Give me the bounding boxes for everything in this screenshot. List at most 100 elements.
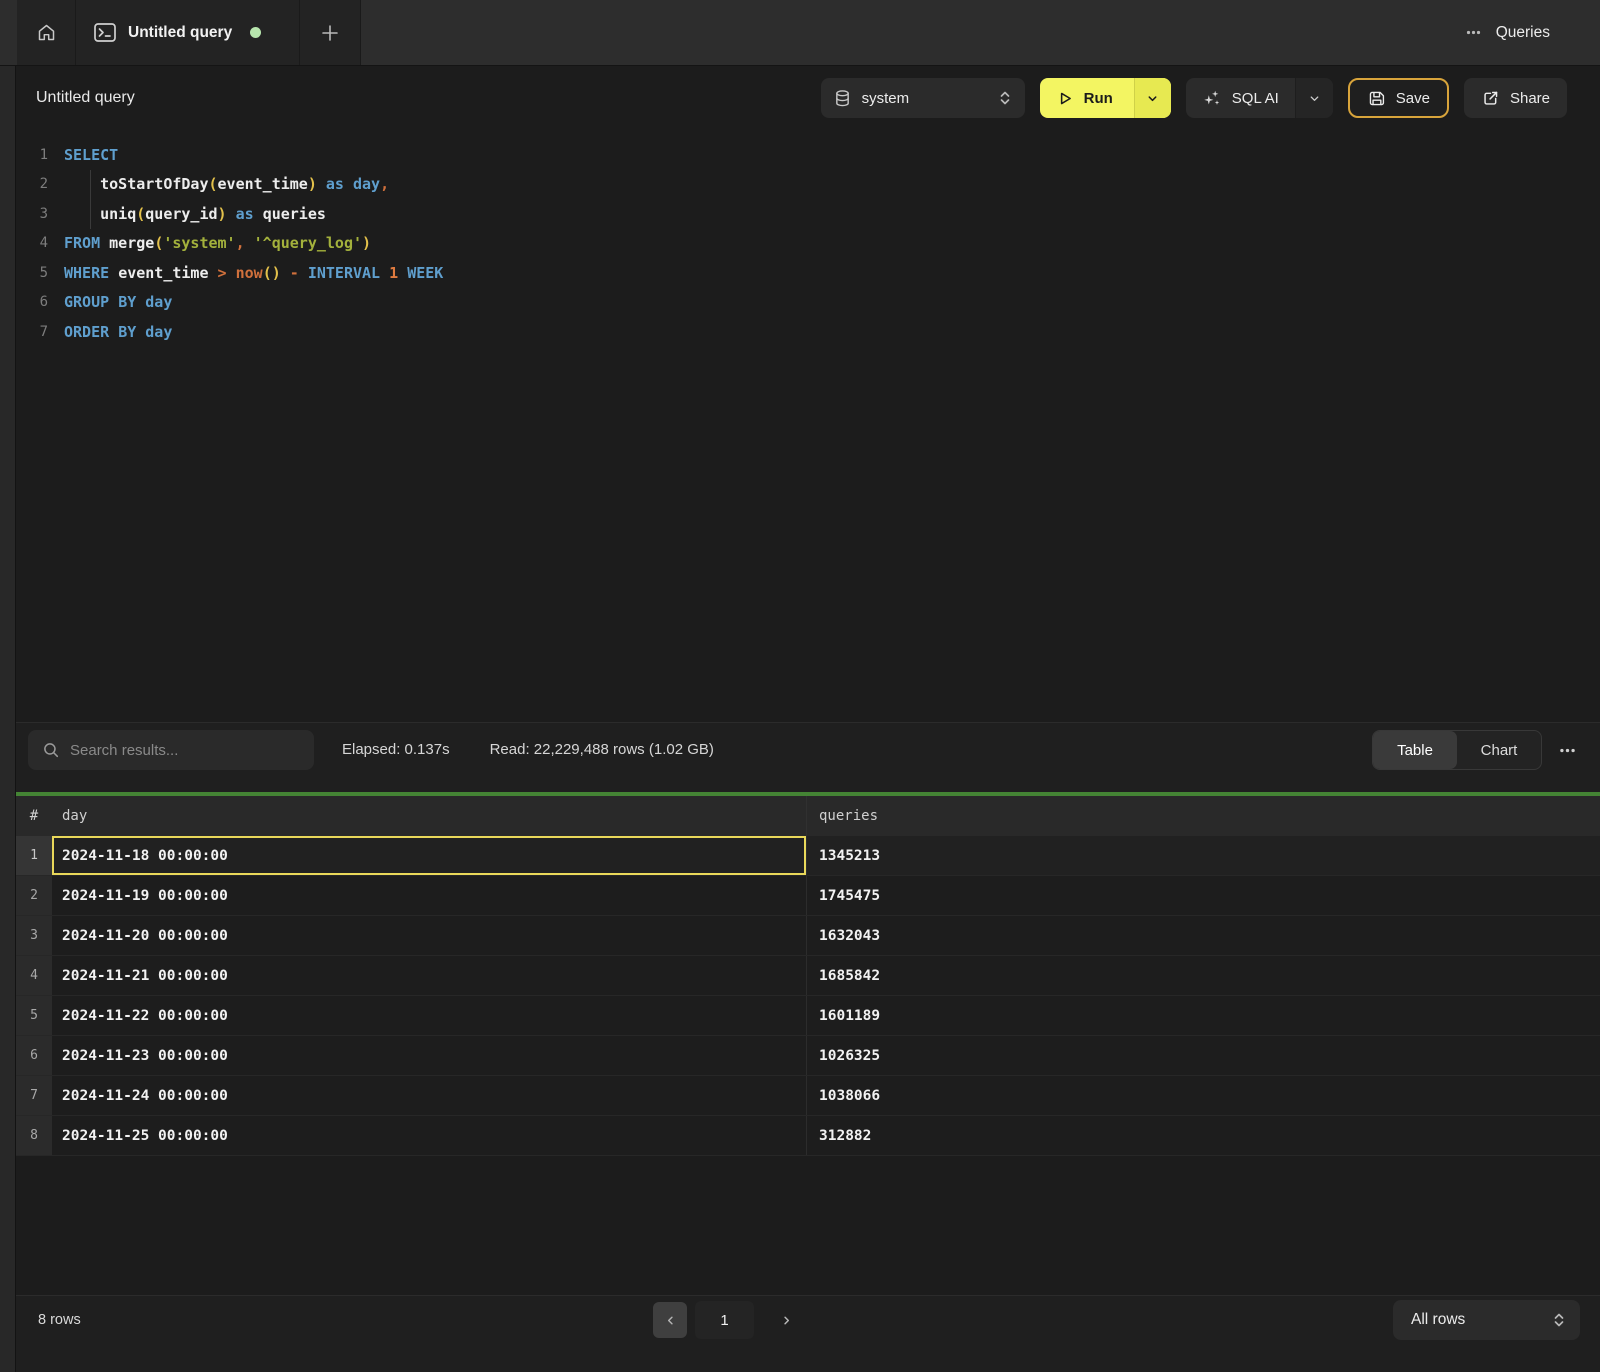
prev-page-button[interactable] — [653, 1302, 687, 1338]
code-text: ORDER BY day — [64, 323, 172, 341]
row-number[interactable]: 8 — [16, 1116, 52, 1155]
code-line[interactable]: 5 WHERE event_time > now() - INTERVAL 1 W… — [16, 258, 1600, 288]
bottom-bar: 8 rows 1 — [16, 1295, 1600, 1372]
line-number: 2 — [16, 176, 48, 192]
tab-untitled-query[interactable]: Untitled query — [76, 0, 300, 65]
code-line[interactable]: 1SELECT — [16, 140, 1600, 170]
table-row[interactable]: 52024-11-22 00:00:001601189 — [16, 996, 1600, 1036]
row-number[interactable]: 6 — [16, 1036, 52, 1075]
line-number: 6 — [16, 294, 48, 310]
cell-queries[interactable]: 1026325 — [806, 1036, 1600, 1075]
next-page-button[interactable] — [780, 1314, 793, 1327]
header-actions: system Run — [821, 78, 1567, 118]
more-icon — [1558, 741, 1577, 760]
sparkles-icon — [1202, 88, 1222, 108]
search-input[interactable] — [70, 742, 300, 759]
database-icon — [834, 89, 851, 108]
home-button[interactable] — [17, 0, 76, 65]
code-text: FROM merge('system', '^query_log') — [64, 234, 371, 252]
run-options-button[interactable] — [1134, 78, 1171, 118]
topbar-spacer — [361, 0, 1465, 65]
code-line[interactable]: 7ORDER BY day — [16, 317, 1600, 347]
cell-queries[interactable]: 1745475 — [806, 876, 1600, 915]
table-row[interactable]: 12024-11-18 00:00:001345213 — [16, 836, 1600, 876]
table-row[interactable]: 22024-11-19 00:00:001745475 — [16, 876, 1600, 916]
row-number[interactable]: 1 — [16, 836, 52, 875]
view-toggle-chart[interactable]: Chart — [1457, 731, 1541, 769]
page-number-button[interactable]: 1 — [695, 1301, 754, 1339]
code-text: uniq(query_id) as queries — [64, 205, 326, 223]
table-row[interactable]: 72024-11-24 00:00:001038066 — [16, 1076, 1600, 1116]
cell-queries[interactable]: 1685842 — [806, 956, 1600, 995]
code-lines: 1SELECT2 toStartOfDay(event_time) as day… — [16, 140, 1600, 347]
column-header-day[interactable]: day — [52, 796, 806, 836]
share-button[interactable]: Share — [1464, 78, 1567, 118]
database-selector[interactable]: system — [821, 78, 1025, 118]
results-more-button[interactable] — [1558, 730, 1577, 770]
query-header: Untitled query system — [16, 66, 1600, 130]
row-number[interactable]: 2 — [16, 876, 52, 915]
search-box — [28, 730, 314, 770]
table-row[interactable]: 62024-11-23 00:00:001026325 — [16, 1036, 1600, 1076]
cell-queries[interactable]: 1038066 — [806, 1076, 1600, 1115]
table-row[interactable]: 32024-11-20 00:00:001632043 — [16, 916, 1600, 956]
page-title[interactable]: Untitled query — [36, 89, 135, 107]
cell-day[interactable]: 2024-11-23 00:00:00 — [52, 1036, 806, 1075]
row-number[interactable]: 3 — [16, 916, 52, 955]
save-button[interactable]: Save — [1348, 78, 1449, 118]
cell-day[interactable]: 2024-11-25 00:00:00 — [52, 1116, 806, 1155]
sql-ai-button[interactable]: SQL AI — [1186, 78, 1295, 118]
view-toggle-table[interactable]: Table — [1373, 731, 1457, 769]
code-line[interactable]: 6 GROUP BY day — [16, 288, 1600, 318]
share-icon — [1481, 89, 1500, 108]
plus-icon — [321, 24, 339, 42]
sql-ai-options-button[interactable] — [1295, 78, 1333, 118]
cell-day[interactable]: 2024-11-19 00:00:00 — [52, 876, 806, 915]
run-label: Run — [1084, 90, 1113, 107]
line-number: 3 — [16, 206, 48, 222]
row-number[interactable]: 5 — [16, 996, 52, 1035]
table-row[interactable]: 82024-11-25 00:00:00312882 — [16, 1116, 1600, 1156]
cell-day[interactable]: 2024-11-24 00:00:00 — [52, 1076, 806, 1115]
cell-queries[interactable]: 1632043 — [806, 916, 1600, 955]
table-header: # day queries — [16, 796, 1600, 836]
topbar-right: Queries — [1465, 0, 1600, 65]
topbar-strip — [0, 0, 17, 65]
code-text: toStartOfDay(event_time) as day, — [64, 175, 389, 193]
sql-console: Untitled query Queries Untitled query — [0, 0, 1600, 1372]
row-number[interactable]: 7 — [16, 1076, 52, 1115]
line-number: 5 — [16, 265, 48, 281]
code-line[interactable]: 4FROM merge('system', '^query_log') — [16, 229, 1600, 259]
cell-queries[interactable]: 312882 — [806, 1116, 1600, 1155]
cell-queries[interactable]: 1345213 — [806, 836, 1600, 875]
code-line[interactable]: 2 toStartOfDay(event_time) as day, — [16, 170, 1600, 200]
cell-day[interactable]: 2024-11-18 00:00:00 — [52, 836, 806, 875]
home-icon — [36, 22, 57, 43]
cell-queries[interactable]: 1601189 — [806, 996, 1600, 1035]
column-header-index[interactable]: # — [16, 796, 52, 836]
cell-day[interactable]: 2024-11-21 00:00:00 — [52, 956, 806, 995]
sql-editor[interactable]: 1SELECT2 toStartOfDay(event_time) as day… — [16, 130, 1600, 722]
page-size-selector[interactable]: All rows — [1393, 1300, 1580, 1340]
top-bar: Untitled query Queries — [0, 0, 1600, 66]
run-button[interactable]: Run — [1040, 78, 1134, 118]
code-text: WHERE event_time > now() - INTERVAL 1 WE… — [64, 264, 443, 282]
save-label: Save — [1396, 90, 1430, 107]
cell-day[interactable]: 2024-11-22 00:00:00 — [52, 996, 806, 1035]
share-label: Share — [1510, 90, 1550, 107]
more-icon[interactable] — [1465, 24, 1482, 41]
table-row[interactable]: 42024-11-21 00:00:001685842 — [16, 956, 1600, 996]
chevron-left-icon — [664, 1314, 677, 1327]
chevron-down-icon — [1308, 92, 1321, 105]
code-text: GROUP BY day — [64, 293, 172, 311]
queries-panel-toggle[interactable]: Queries — [1496, 24, 1550, 42]
run-button-group: Run — [1040, 78, 1171, 118]
row-number[interactable]: 4 — [16, 956, 52, 995]
unsaved-dot — [250, 27, 261, 38]
left-rail — [0, 66, 16, 1372]
code-line[interactable]: 3 uniq(query_id) as queries — [16, 199, 1600, 229]
column-header-queries[interactable]: queries — [806, 796, 1600, 836]
updown-caret-icon — [998, 89, 1012, 107]
new-tab-button[interactable] — [300, 0, 361, 65]
cell-day[interactable]: 2024-11-20 00:00:00 — [52, 916, 806, 955]
